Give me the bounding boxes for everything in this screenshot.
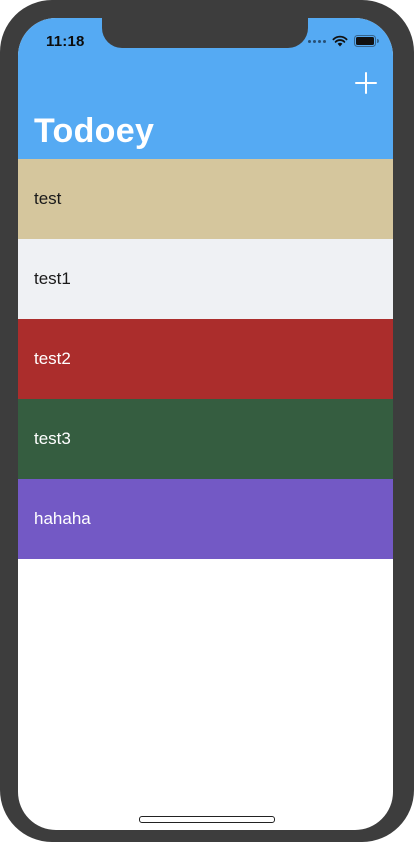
app-screen: 11:18 Todoey test test1 test2 test3 haha… xyxy=(18,18,393,830)
list-item-label: test3 xyxy=(34,429,71,448)
list-item-label: test2 xyxy=(34,349,71,368)
list-item[interactable]: test xyxy=(18,159,393,239)
signal-dots-icon xyxy=(308,39,326,43)
device-notch xyxy=(102,18,308,48)
list-item-label: test xyxy=(34,189,62,208)
add-item-button[interactable] xyxy=(353,70,379,96)
home-indicator[interactable] xyxy=(139,816,275,823)
status-time: 11:18 xyxy=(46,33,85,50)
wifi-icon xyxy=(332,35,348,47)
list-item[interactable]: test2 xyxy=(18,319,393,399)
list-item[interactable]: hahaha xyxy=(18,479,393,559)
todo-list: test test1 test2 test3 hahaha xyxy=(18,159,393,559)
list-item[interactable]: test3 xyxy=(18,399,393,479)
device-frame: 11:18 Todoey test test1 test2 test3 haha… xyxy=(0,0,414,842)
list-item-label: hahaha xyxy=(34,509,91,528)
list-item[interactable]: test1 xyxy=(18,239,393,319)
battery-icon xyxy=(354,35,379,47)
plus-icon xyxy=(355,72,377,94)
status-icons xyxy=(308,35,379,47)
page-title: Todoey xyxy=(34,112,155,150)
list-item-label: test1 xyxy=(34,269,71,288)
